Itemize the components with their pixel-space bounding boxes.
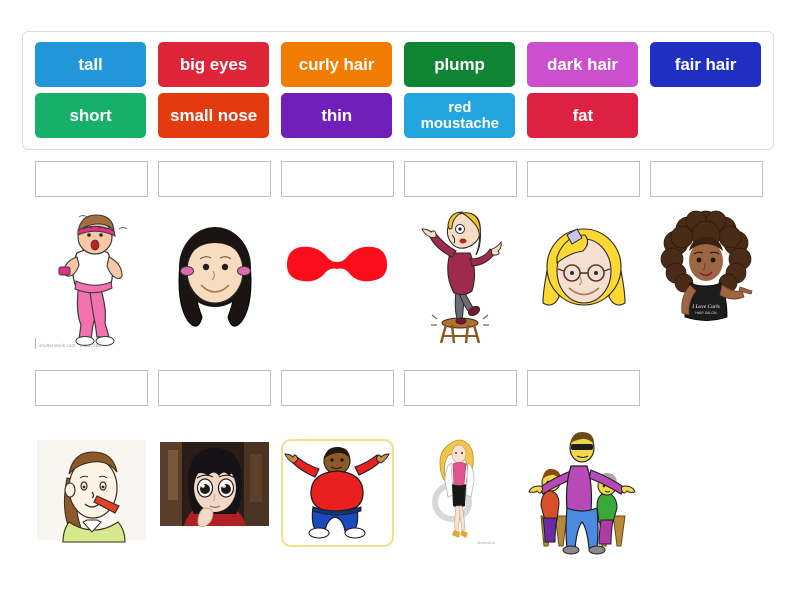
- word-bank-row-2: short small nose thin red moustache fat: [29, 90, 767, 141]
- word-tile-big-eyes[interactable]: big eyes: [158, 42, 269, 87]
- dropzone-1-1[interactable]: [35, 161, 148, 197]
- red-moustache-icon: [286, 246, 388, 282]
- plump-woman-icon: [58, 214, 128, 346]
- picture-row-1: shutterstock.com · 36267288 I Love Curls…: [35, 205, 773, 350]
- dropzone-1-6[interactable]: [650, 161, 763, 197]
- answer-row-1: [35, 161, 773, 197]
- fat-man-icon: [284, 447, 390, 539]
- activity-page: tall big eyes curly hair plump dark hair…: [0, 0, 800, 600]
- watermark-text: shutterstock.com · 36267288: [39, 343, 102, 348]
- dropzone-1-5[interactable]: [527, 161, 640, 197]
- svg-text:I Love Curls: I Love Curls: [691, 304, 720, 310]
- tall-slim-woman-icon: illustration: [432, 439, 495, 545]
- word-tile-short[interactable]: short: [35, 93, 147, 138]
- woman-curly-afro-icon: I Love Curls HAIR SALON: [660, 210, 753, 321]
- picture-girl-small-nose: [35, 415, 148, 555]
- tall-man-icon: [528, 432, 636, 555]
- dropzone-2-3[interactable]: [281, 370, 394, 406]
- picture-plump-woman-exercising: shutterstock.com · 36267288: [35, 205, 148, 350]
- picture-girl-fair-hair-glasses: [527, 205, 640, 350]
- anime-girl-big-eyes-icon: [160, 442, 269, 527]
- picture-tall-slim-woman: illustration: [404, 415, 517, 555]
- picture-red-moustache: [281, 205, 394, 350]
- word-tile-fat[interactable]: fat: [527, 93, 639, 138]
- picture-thin-woman-on-stool: [404, 205, 517, 350]
- dropzone-1-3[interactable]: [281, 161, 394, 197]
- dropzone-2-2[interactable]: [158, 370, 271, 406]
- dropzone-1-4[interactable]: [404, 161, 517, 197]
- girl-dark-hair-icon: [178, 227, 252, 327]
- word-tile-plump[interactable]: plump: [404, 42, 515, 87]
- word-bank-row-1: tall big eyes curly hair plump dark hair…: [29, 39, 767, 90]
- thin-woman-icon: [421, 211, 502, 344]
- word-bank-panel: tall big eyes curly hair plump dark hair…: [22, 31, 774, 150]
- word-tile-curly-hair[interactable]: curly hair: [281, 42, 392, 87]
- dropzone-2-1[interactable]: [35, 370, 148, 406]
- picture-anime-girl-big-eyes: [158, 415, 271, 555]
- picture-woman-curly-afro: I Love Curls HAIR SALON: [650, 205, 763, 350]
- word-tile-thin[interactable]: thin: [281, 93, 393, 138]
- dropzone-1-2[interactable]: [158, 161, 271, 197]
- word-tile-empty-slot: [650, 93, 761, 138]
- dropzone-2-4[interactable]: [404, 370, 517, 406]
- dropzone-2-5[interactable]: [527, 370, 640, 406]
- watermark-bar: [35, 338, 36, 349]
- answer-row-2: [35, 370, 650, 406]
- word-tile-dark-hair[interactable]: dark hair: [527, 42, 638, 87]
- picture-fat-man-red-shirt: [281, 439, 394, 547]
- word-tile-small-nose[interactable]: small nose: [158, 93, 270, 138]
- word-tile-fair-hair[interactable]: fair hair: [650, 42, 761, 87]
- girl-fair-hair-icon: [542, 228, 626, 306]
- picture-tall-man-with-children: [527, 415, 640, 555]
- picture-girl-dark-hair: [158, 205, 271, 350]
- word-tile-red-moustache[interactable]: red moustache: [404, 93, 516, 138]
- word-tile-tall[interactable]: tall: [35, 42, 146, 87]
- picture-row-2: illustration: [35, 415, 650, 555]
- stock-signature: illustration: [477, 540, 495, 545]
- svg-text:HAIR SALON: HAIR SALON: [695, 311, 717, 315]
- girl-small-nose-icon: [37, 440, 146, 543]
